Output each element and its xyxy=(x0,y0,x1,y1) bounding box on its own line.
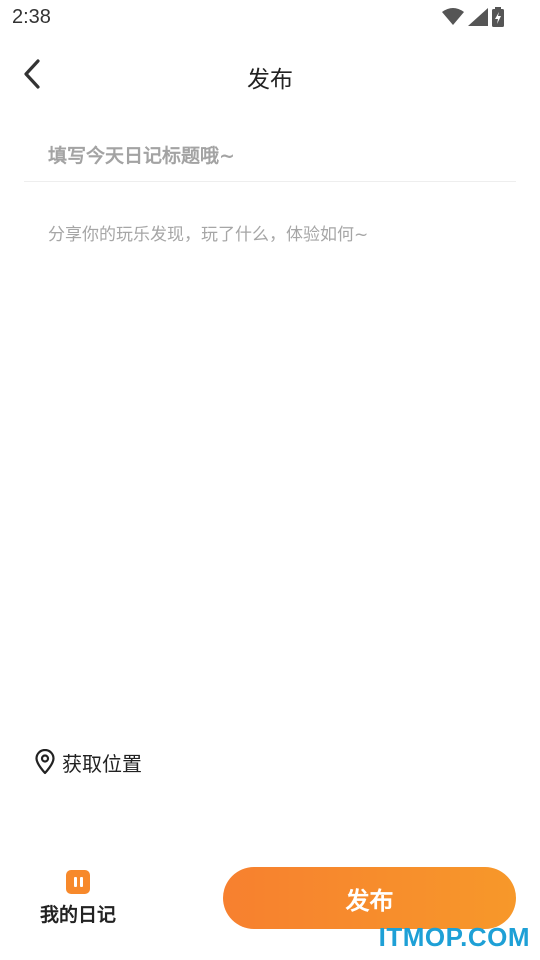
diary-content-input[interactable] xyxy=(24,212,516,712)
publish-button[interactable]: 发布 xyxy=(223,867,516,929)
location-label: 获取位置 xyxy=(62,751,142,776)
header: 发布 xyxy=(0,44,540,106)
wifi-icon xyxy=(442,8,464,30)
status-time: 2:38 xyxy=(12,6,51,28)
diary-icon xyxy=(66,870,90,894)
location-pin-icon xyxy=(35,749,55,775)
get-location-button[interactable]: 获取位置 xyxy=(34,744,142,780)
watermark: ITMOP.COM xyxy=(378,922,530,952)
diary-label: 我的日记 xyxy=(39,904,116,926)
diary-title-input[interactable] xyxy=(24,130,516,182)
status-icons xyxy=(442,7,504,31)
my-diary-tab[interactable]: 我的日记 xyxy=(30,870,126,930)
status-bar: 2:38 xyxy=(0,0,540,36)
page-title: 发布 xyxy=(247,67,293,93)
battery-charging-icon xyxy=(492,7,504,31)
signal-icon xyxy=(468,8,488,30)
